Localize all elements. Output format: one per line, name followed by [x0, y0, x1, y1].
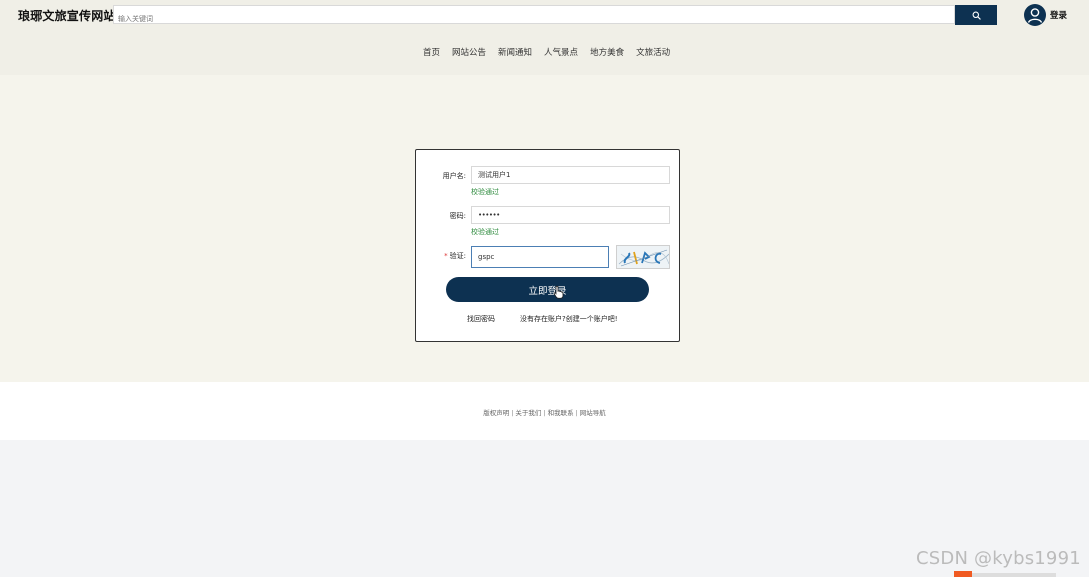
nav-item-food[interactable]: 地方美食: [584, 46, 630, 58]
register-link[interactable]: 没有存在账户?创建一个账户吧!: [520, 314, 618, 324]
password-label: 密码:: [449, 212, 466, 220]
footer-separator: |: [575, 409, 578, 417]
search-box: [113, 5, 955, 28]
footer-link-copyright[interactable]: 版权声明: [483, 409, 509, 417]
captcha-label: * 验证:: [436, 251, 466, 261]
header: 琅琊文旅宣传网站 登录 首页 网站公告 新闻通知 人气景点 地方美食 文旅活动: [0, 0, 1089, 75]
header-login-link[interactable]: 登录: [1050, 9, 1067, 21]
forgot-password-link[interactable]: 找回密码: [467, 314, 495, 324]
footer-separator: |: [543, 409, 546, 417]
main-nav: 首页 网站公告 新闻通知 人气景点 地方美食 文旅活动: [417, 46, 676, 58]
watermark: CSDN @kybs1991: [916, 548, 1081, 569]
hand-cursor-icon: [553, 285, 564, 299]
corner-badge: [954, 571, 972, 577]
nav-item-attractions[interactable]: 人气景点: [538, 46, 584, 58]
user-icon: [1027, 8, 1043, 23]
username-label: 用户名:: [442, 172, 466, 180]
required-mark: *: [444, 252, 448, 260]
footer: 版权声明 | 关于我们 | 和我联系 | 网站导航: [0, 382, 1089, 440]
nav-item-announcements[interactable]: 网站公告: [446, 46, 492, 58]
captcha-image[interactable]: [616, 245, 670, 269]
corner-bar: [972, 573, 1056, 577]
user-avatar-icon[interactable]: [1024, 4, 1046, 26]
footer-separator: |: [511, 409, 514, 417]
captcha-input[interactable]: [471, 246, 609, 268]
nav-item-activities[interactable]: 文旅活动: [630, 46, 676, 58]
login-submit-button[interactable]: 立即登录: [446, 277, 649, 302]
nav-item-home[interactable]: 首页: [417, 46, 446, 58]
captcha-label-text: 验证:: [449, 252, 466, 260]
password-field[interactable]: [471, 206, 670, 224]
footer-link-contact[interactable]: 和我联系: [548, 409, 574, 417]
footer-link-sitemap[interactable]: 网站导航: [580, 409, 606, 417]
search-button[interactable]: [955, 5, 997, 25]
search-input[interactable]: [114, 10, 954, 28]
site-title[interactable]: 琅琊文旅宣传网站: [18, 7, 116, 24]
nav-item-news[interactable]: 新闻通知: [492, 46, 538, 58]
page: 琅琊文旅宣传网站 登录 首页 网站公告 新闻通知 人气景点 地方美食 文旅活动: [0, 0, 1089, 577]
footer-link-about[interactable]: 关于我们: [515, 409, 541, 417]
footer-links: 版权声明 | 关于我们 | 和我联系 | 网站导航: [0, 407, 1089, 417]
username-validation: 校验通过: [471, 188, 499, 196]
password-validation: 校验通过: [471, 228, 499, 236]
captcha-graphic: [617, 246, 669, 268]
username-field[interactable]: [471, 166, 670, 184]
search-icon: [972, 11, 981, 20]
login-card: 用户名: 校验通过 密码: 校验通过 *验证: 立即登录: [415, 149, 680, 342]
